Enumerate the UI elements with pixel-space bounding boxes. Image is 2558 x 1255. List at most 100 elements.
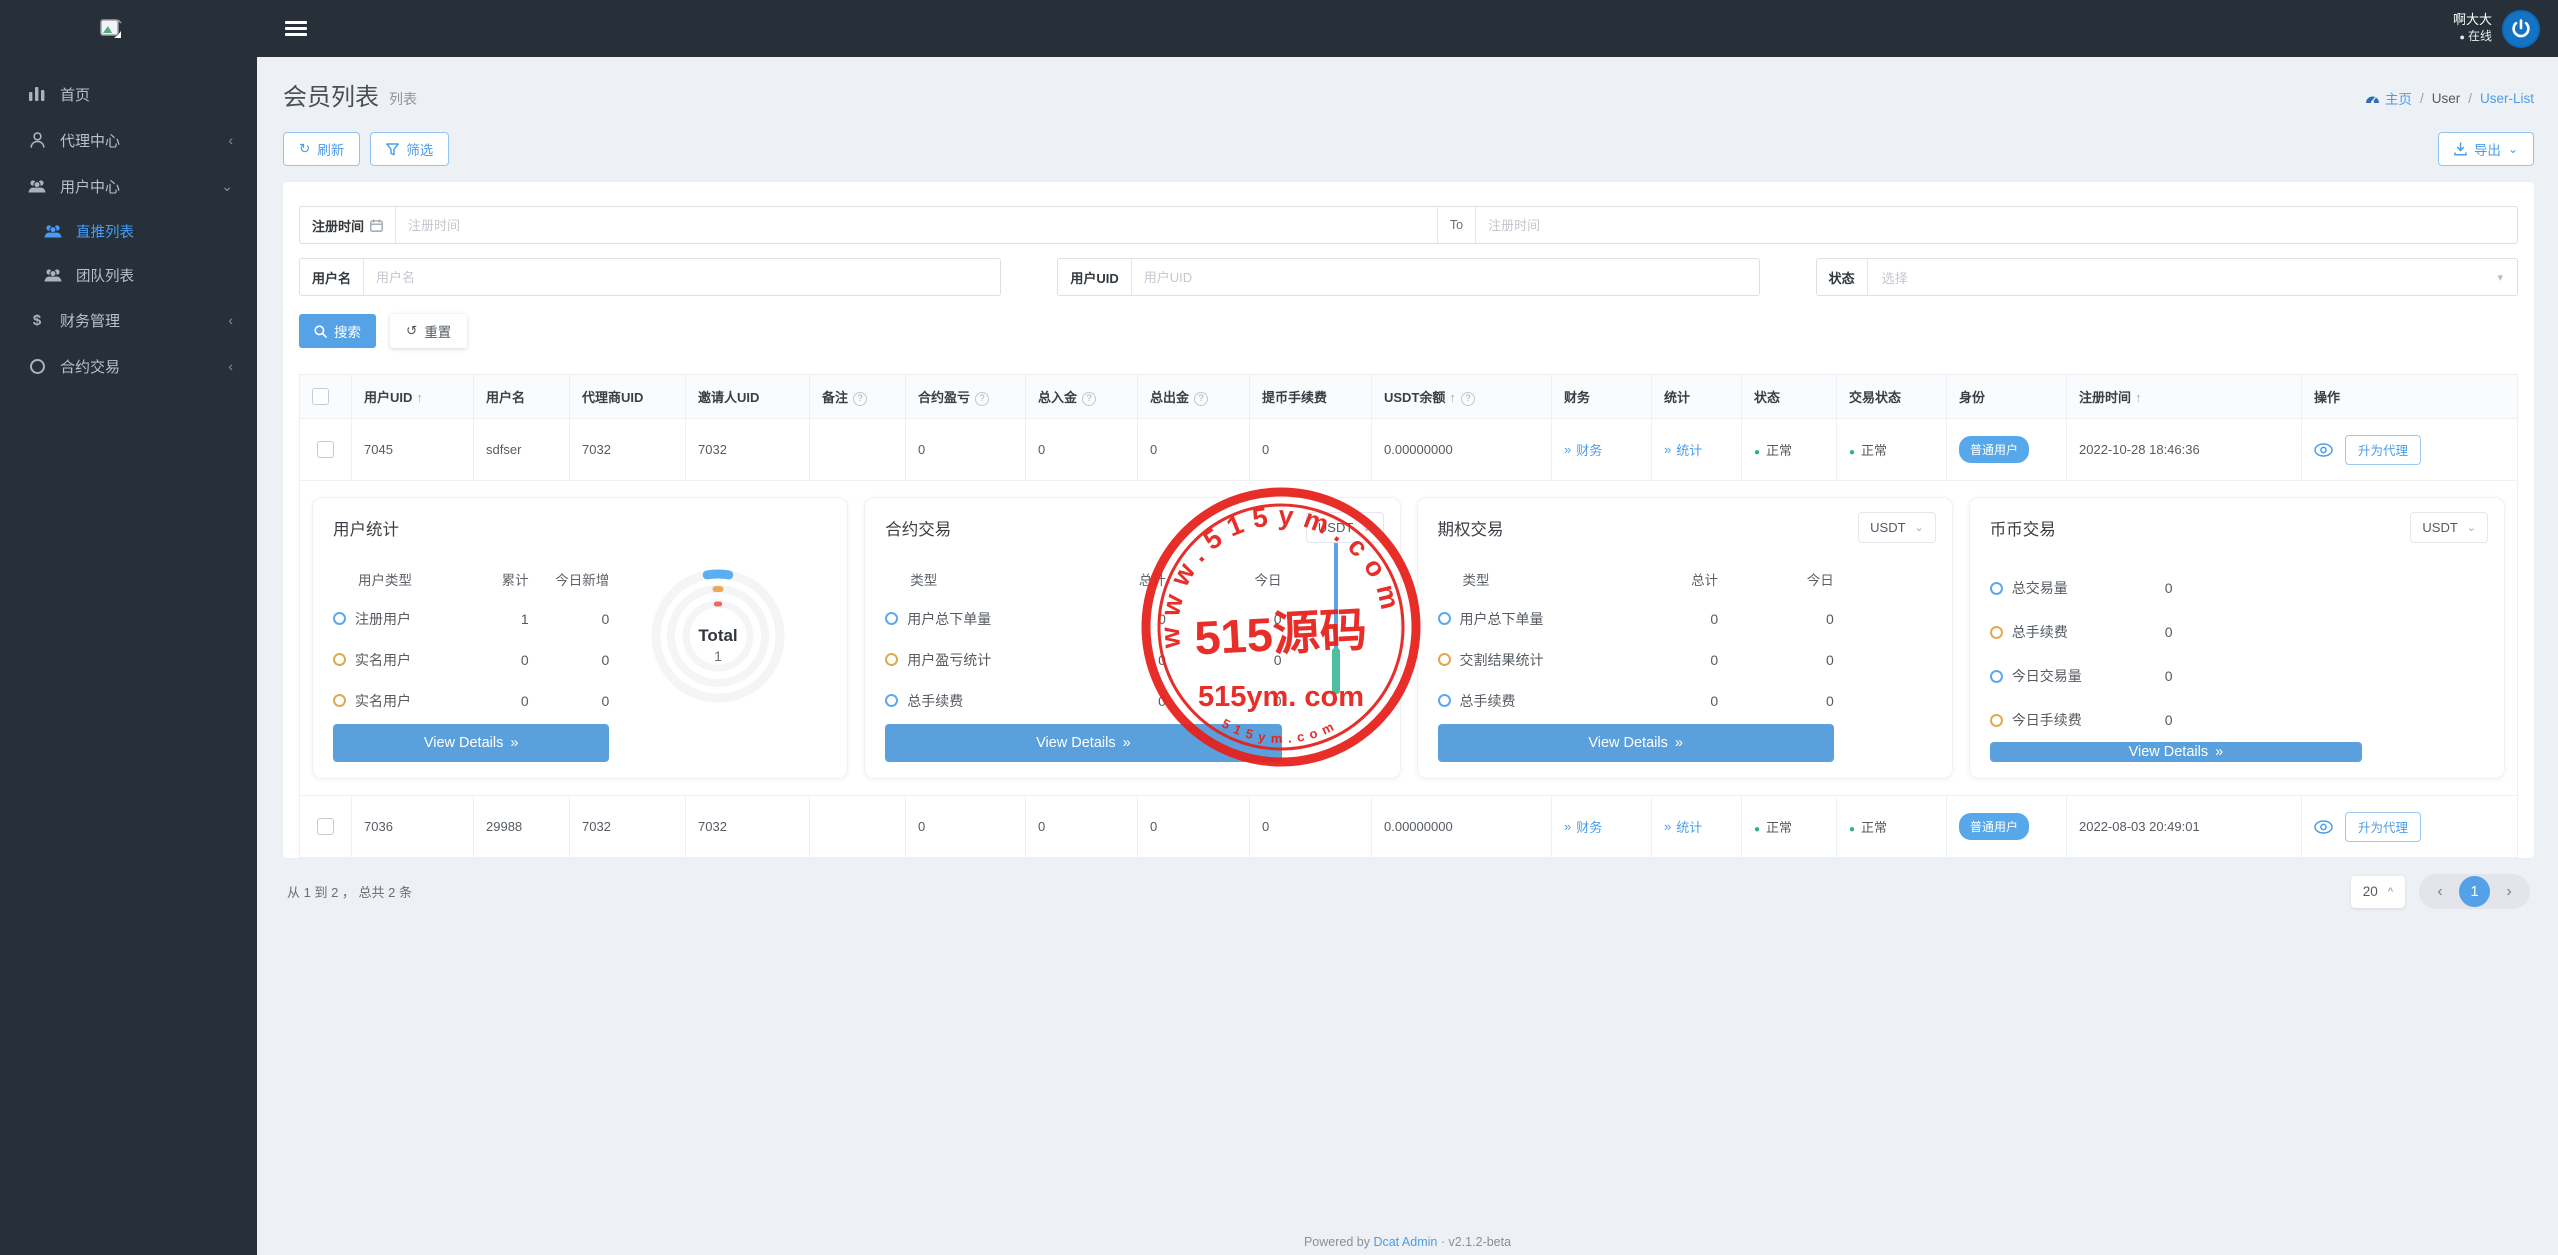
breadcrumb-home-link[interactable]: 主页 — [2365, 88, 2412, 108]
avatar[interactable] — [2502, 10, 2540, 48]
caret-down-icon: ⌄ — [1915, 521, 1924, 534]
app-root: 首页 代理中心 ‹ 用户中心 ⌄ 直推列表 — [0, 0, 2558, 1255]
legend-dot-icon — [1438, 694, 1451, 707]
breadcrumb-item: User — [2432, 91, 2461, 106]
table-row: 7036 29988 7032 7032 0 0 0 0 0.00000000 … — [300, 796, 2518, 858]
row-checkbox[interactable] — [317, 818, 334, 835]
table-footer: 从 1 到 2 ， 总共 2 条 20 ^ ‹ 1 › — [283, 874, 2534, 909]
view-details-button[interactable]: View Details» — [333, 724, 609, 762]
refresh-button[interactable]: ↻ 刷新 — [283, 132, 360, 166]
card-spot-trade: 币币交易 总交易量 0 总手续费 0 今日交易量 0 — [1969, 497, 2505, 779]
filter-row-date: 注册时间 To — [299, 206, 2518, 244]
pagination: ‹ 1 › — [2419, 874, 2530, 909]
export-button[interactable]: 导出 ⌄ — [2438, 132, 2534, 166]
status-select-placeholder: 选择 — [1882, 268, 1908, 287]
sidebar-item-finance[interactable]: $ 财务管理 ‹ — [0, 297, 257, 343]
filter-row-fields: 用户名 用户UID 状态 选择 ▾ — [299, 258, 2518, 296]
reg-time-label: 注册时间 — [300, 207, 396, 243]
reset-button[interactable]: ↺ 重置 — [390, 314, 467, 348]
legend-dot-icon — [1990, 582, 2003, 595]
cell-usdt-balance: 0.00000000 — [1372, 796, 1552, 858]
status-dot-icon: ● — [1754, 447, 1760, 458]
page-size-select[interactable]: 20 ^ — [2351, 876, 2405, 908]
cell-total-deposit[interactable]: 0 — [1026, 419, 1138, 481]
finance-link[interactable]: »财务 — [1564, 440, 1602, 459]
sidebar: 首页 代理中心 ‹ 用户中心 ⌄ 直推列表 — [0, 0, 257, 1255]
currency-select[interactable]: USDT⌄ — [1306, 512, 1384, 543]
username-label: 用户名 — [300, 259, 364, 295]
donut-chart: Total 1 — [643, 564, 793, 714]
funnel-icon — [386, 143, 399, 156]
filter-button[interactable]: 筛选 — [370, 132, 449, 166]
promote-agent-button[interactable]: 升为代理 — [2345, 812, 2421, 842]
double-arrow-icon: » — [1664, 442, 1671, 457]
double-arrow-icon: » — [1675, 735, 1683, 751]
row-checkbox[interactable] — [317, 441, 334, 458]
username-input[interactable] — [364, 259, 1000, 295]
sort-asc-icon[interactable]: ↑ — [1449, 390, 1456, 405]
sidebar-item-label: 合约交易 — [60, 356, 120, 377]
caret-down-icon: ⌄ — [2467, 521, 2476, 534]
legend-dot-icon — [1990, 714, 2003, 727]
status-dot-icon: ● — [1849, 447, 1855, 458]
powered-by-footer: Powered by Dcat Admin · v2.1.2-beta — [257, 1235, 2558, 1249]
sidebar-item-home[interactable]: 首页 — [0, 71, 257, 117]
power-icon — [2511, 19, 2531, 39]
cell-remark — [810, 419, 906, 481]
current-page-button[interactable]: 1 — [2459, 876, 2490, 907]
legend-dot-icon — [885, 694, 898, 707]
cell-total-withdraw[interactable]: 0 — [1138, 796, 1250, 858]
view-details-button[interactable]: View Details» — [1990, 742, 2362, 762]
identity-badge: 普通用户 — [1959, 436, 2029, 463]
cell-withdraw-fee[interactable]: 0 — [1250, 419, 1372, 481]
eye-icon[interactable] — [2314, 820, 2333, 834]
sidebar-item-team-list[interactable]: 团队列表 — [0, 253, 257, 297]
search-icon — [314, 325, 327, 338]
dcat-admin-link[interactable]: Dcat Admin — [1373, 1235, 1437, 1249]
uid-input[interactable] — [1132, 259, 1759, 295]
cell-withdraw-fee[interactable]: 0 — [1250, 796, 1372, 858]
reg-time-start-input[interactable] — [396, 207, 1437, 243]
cell-total-deposit[interactable]: 0 — [1026, 796, 1138, 858]
cell-total-withdraw[interactable]: 0 — [1138, 419, 1250, 481]
breadcrumb-current-link[interactable]: User-List — [2480, 91, 2534, 106]
eye-icon[interactable] — [2314, 443, 2333, 457]
help-icon: ? — [1194, 392, 1208, 406]
help-icon: ? — [1082, 392, 1096, 406]
stats-link[interactable]: »统计 — [1664, 440, 1702, 459]
currency-select[interactable]: USDT⌄ — [1858, 512, 1936, 543]
double-arrow-icon: » — [510, 735, 518, 751]
sidebar-item-contract[interactable]: 合约交易 ‹ — [0, 343, 257, 389]
dashboard-gauge-icon — [2365, 92, 2380, 105]
logo — [0, 0, 257, 57]
sidebar-item-agent-center[interactable]: 代理中心 ‹ — [0, 117, 257, 163]
sidebar-item-user-center[interactable]: 用户中心 ⌄ — [0, 163, 257, 209]
sort-asc-icon[interactable]: ↑ — [416, 390, 423, 405]
cell-username: 29988 — [474, 796, 570, 858]
chart-bar-icon — [26, 87, 48, 101]
sidebar-item-direct-list[interactable]: 直推列表 — [0, 209, 257, 253]
online-dot-icon: ● — [2460, 32, 2465, 42]
prev-page-button[interactable]: ‹ — [2427, 883, 2453, 901]
reg-time-end-input[interactable] — [1476, 207, 2517, 243]
cell-status: 正常 — [1766, 443, 1792, 458]
sort-asc-icon[interactable]: ↑ — [2135, 390, 2142, 405]
next-page-button[interactable]: › — [2496, 883, 2522, 901]
cell-agent-uid: 7032 — [570, 796, 686, 858]
users-icon — [42, 224, 64, 239]
stats-link[interactable]: »统计 — [1664, 817, 1702, 836]
sidebar-item-label: 直推列表 — [76, 221, 134, 242]
status-select[interactable]: 选择 ▾ — [1868, 259, 2517, 295]
select-all-checkbox[interactable] — [312, 388, 329, 405]
chevron-left-icon: ‹ — [228, 132, 233, 148]
finance-link[interactable]: »财务 — [1564, 817, 1602, 836]
sidebar-item-label: 首页 — [60, 84, 90, 105]
search-button[interactable]: 搜索 — [299, 314, 376, 348]
promote-agent-button[interactable]: 升为代理 — [2345, 435, 2421, 465]
view-details-button[interactable]: View Details» — [1438, 724, 1834, 762]
table-row: 7045 sdfser 7032 7032 0 0 0 0 0.00000000… — [300, 419, 2518, 481]
currency-select[interactable]: USDT⌄ — [2410, 512, 2488, 543]
toolbar: ↻ 刷新 筛选 导出 ⌄ — [283, 132, 2534, 166]
hamburger-menu-icon[interactable] — [285, 18, 307, 39]
view-details-button[interactable]: View Details» — [885, 724, 1281, 762]
